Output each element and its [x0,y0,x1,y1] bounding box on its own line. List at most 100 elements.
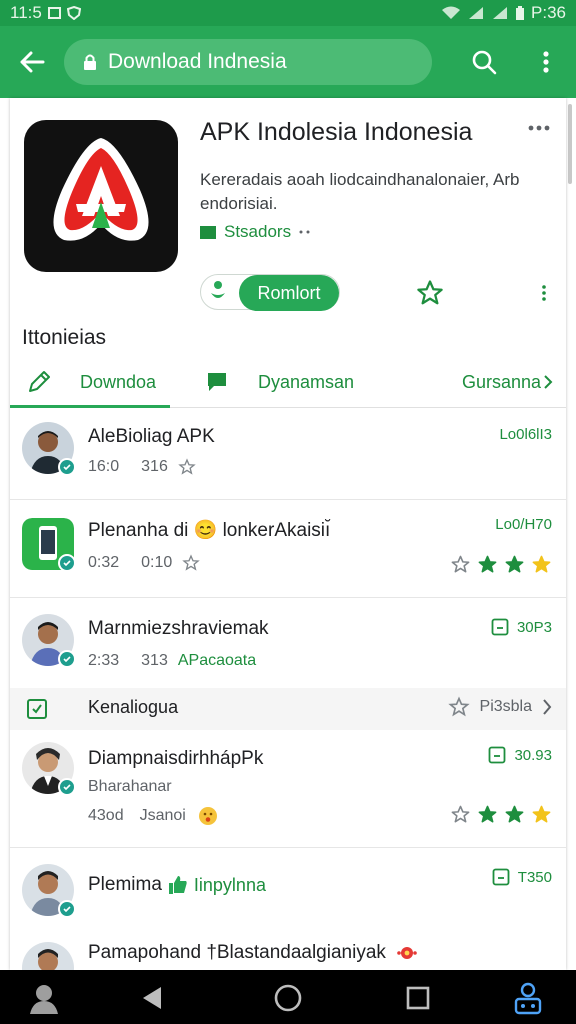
action-menu-button[interactable] [536,280,552,306]
section-subheader[interactable]: Kenaliogua Pi3sbla [10,688,566,730]
app-title: APK Indolesia Indonesia [200,118,473,146]
overflow-menu-button[interactable] [526,40,566,84]
rating-star-icon [478,555,497,573]
search-button[interactable] [462,40,506,84]
leaf-icon [211,281,225,298]
action-row: Romlort [200,274,558,312]
list-item[interactable]: Plemima Iinpylnna T350 [10,848,566,936]
tab-gursanna[interactable]: Gursanna [462,356,553,408]
chevron-right-icon [544,375,553,389]
tab-label: Gursanna [462,371,542,392]
rating-star-icon [505,805,524,823]
list-item-right: 30P3 [491,618,552,636]
list-item-title: Plenanha di 😊 lonkerAkaisiı̆ [88,520,331,541]
list-item[interactable]: Plenanha di 😊 lonkerAkaisiı̆ 0:32 0:10 L… [10,500,566,598]
rating-star-icon [451,805,470,823]
chevron-right-icon [543,699,552,715]
url-bar[interactable]: Download Indnesia [64,39,432,85]
section-title: Ittonieias [22,326,107,349]
assistant-button[interactable] [26,980,62,1016]
system-nav-bar [0,970,576,1024]
shield-notification-icon [66,6,81,20]
back-button[interactable] [0,26,64,98]
developer-name: Stsadors [224,222,292,241]
rating-star-icon [451,555,470,573]
list-item-right-label: T350 [517,868,552,886]
triangle-back-icon [143,987,161,1009]
meta-count: 316 [141,458,168,475]
avatar [22,742,76,796]
list-item-right-label: 30P3 [516,618,552,636]
app-more-button[interactable] [522,116,556,140]
flower-badge-icon [397,947,417,959]
list-item-tag: Iinpylnna [193,874,266,895]
square-recents-icon [406,986,430,1010]
tab-bar: Downdoa Dyanamsan Gursanna [10,356,566,408]
star-outline-icon [182,554,201,571]
rating-star-icon [532,555,551,573]
list-item-subtitle: Bharahanar [88,778,172,796]
signal-icon [469,7,484,19]
emoji-icon [198,807,217,825]
home-nav-button[interactable] [270,980,306,1016]
thumbs-up-icon [168,876,187,894]
status-bar: 11:5 P:36 [0,0,576,26]
accessibility-button[interactable] [510,980,546,1016]
list-item[interactable]: DiampnaisdirhhápPk Bharahanar 43od Jsan… [10,730,566,848]
list-item-meta: 2:33 313 APacaoata [88,652,256,670]
developer-link[interactable]: Stsadors [200,222,311,242]
toggle-knob [203,277,233,307]
meta-time: 2:33 [88,652,120,669]
app-description: Kereradais aoah liodcaindhanalonaier, Ar… [200,170,520,213]
status-time-left: 11:5 [10,3,42,22]
list-item-right-label: 30.93 [514,746,552,764]
favorite-star-icon[interactable] [414,278,446,308]
tab-dyanamsan[interactable]: Dyanamsan [206,356,354,408]
arrow-back-icon [20,51,45,73]
install-button[interactable]: Romlort [239,275,339,311]
download-box-icon [491,618,509,636]
meta-count: 0:10 [141,554,173,571]
list-item-title: AleBioliag APK [88,426,215,447]
verified-badge-icon [58,650,76,668]
more-horiz-small-icon [299,230,310,234]
more-vert-icon [543,51,549,73]
list-item[interactable]: Pamapohand †Blastandaalgianiyak [10,936,566,970]
list-item-title: Pamapohand †Blastandaalgianiyak [88,942,386,963]
lock-icon [84,54,96,70]
list-item-title-wrap: Pamapohand †Blastandaalgianiyak [88,942,418,964]
list-item[interactable]: Marnmiezshraviemak 2:33 313 APacaoata 30… [10,598,566,688]
tab-download[interactable]: Downdoa [26,356,156,408]
chat-icon [208,373,226,391]
rating-star-icon [505,555,524,573]
avatar [22,864,76,918]
meta-tag[interactable]: APacaoata [178,652,256,670]
assistant-icon [30,985,58,1014]
list-item-title: Plemima [88,874,162,895]
rating-stars [450,804,552,825]
list-item-right-label: Lo0/H70 [495,516,552,533]
meta-count: Jsanoi [139,807,186,824]
recents-nav-button[interactable] [400,980,436,1016]
list-item-meta: 16:0 316 [88,458,196,476]
avatar [22,942,74,970]
list-item-title: DiampnaisdirhhápPk [88,748,264,769]
battery-icon [516,5,525,20]
list-item[interactable]: AleBioliag APK 16:0 316 Lo0l6lI3 [10,410,566,500]
circle-home-icon [274,984,302,1012]
rating-star-icon [532,805,551,823]
app-thumb [22,518,76,572]
list-item-meta: 0:32 0:10 [88,554,201,572]
meta-count: 313 [141,652,168,669]
scrollbar[interactable] [568,104,572,184]
accessibility-icon [514,982,542,1015]
more-horiz-icon [528,125,550,131]
star-outline-icon [447,696,470,717]
install-toggle[interactable]: Romlort [200,274,340,311]
meta-time: 43od [88,807,124,824]
app-logo-mark [53,138,149,241]
checkbox-icon [27,699,47,719]
image-notification-icon [47,7,61,19]
back-nav-button[interactable] [134,980,170,1016]
wifi-icon [442,6,461,19]
